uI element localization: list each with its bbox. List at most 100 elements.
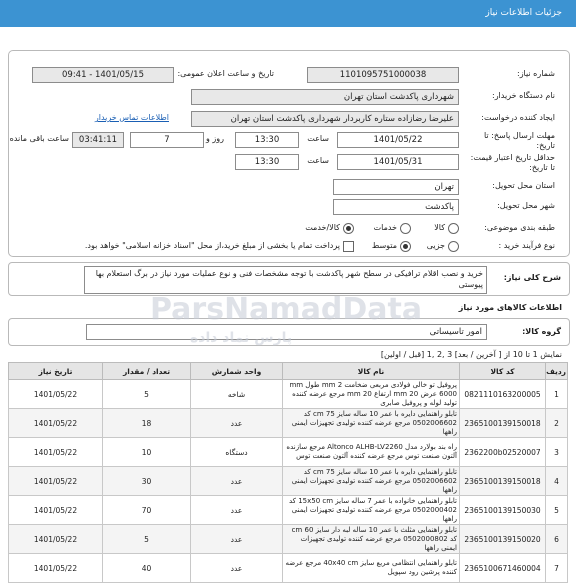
table-row: 2 2365100139150018 تابلو راهنمایی دایره … [8,408,568,438]
goods-name: تابلو راهنمایی انتظامی مربع سایز 40x40 c… [282,553,460,583]
category-label: طبقه بندی موضوعی: [484,223,555,232]
deadline-time-label: ساعت [307,134,329,143]
category-goods-label: کالا [434,223,445,232]
creator-field: علیرضا رضازاده ستاره کاربردار شهرداری پا… [191,111,459,127]
buyer-contact-link[interactable]: اطلاعات تماس خریدار [95,113,169,122]
remaining-time-field: 03:41:11 [72,132,124,148]
row-number: 2 [545,408,568,438]
table-row: 6 2365100139150020 تابلو راهنمایی مثلث ب… [8,524,568,554]
row-number: 6 [545,524,568,554]
days-label: روز و [206,134,224,143]
table-row: 7 2365100671460004 تابلو راهنمایی انتظام… [8,553,568,583]
deadline-label: مهلت ارسال پاسخ: تا تاریخ: [483,131,555,150]
table-row: 1 0821110163200005 پروفیل تو خالی فولادی… [8,379,568,409]
goods-code: 2365100671460004 [459,553,546,583]
validity-label: حداقل تاریخ اعتبار قیمت: تا تاریخ: [470,153,555,172]
goods-qty: 70 [102,495,191,525]
goods-date: 1401/05/22 [8,495,103,525]
need-number-label: شماره نیاز: [517,69,555,78]
validity-time-field[interactable]: 13:30 [235,154,299,170]
goods-name: پروفیل تو خالی فولادی مربعی ضخامت 2 mm ط… [282,379,460,409]
goods-code: 2362200b02520007 [459,437,546,467]
goods-unit: عدد [190,466,283,496]
table-row: 5 2365100139150030 تابلو راهنمایی خانواد… [8,495,568,525]
need-details-panel: شماره نیاز: 1101095751000038 تاریخ و ساع… [8,50,570,257]
process-partial-radio[interactable] [448,241,459,252]
header-row-number: ردیف [545,362,568,380]
goods-qty: 30 [102,466,191,496]
goods-group-field: امور تاسیساتی [86,324,487,340]
page-title: جزئیات اطلاعات نیاز [485,8,562,18]
description-section: شرح کلی نیاز: خرید و نصب اقلام ترافیکی د… [8,262,570,296]
goods-qty: 40 [102,553,191,583]
goods-unit: عدد [190,495,283,525]
province-label: استان محل تحویل: [492,181,555,190]
city-field[interactable]: پاکدشت [333,199,459,215]
buyer-field: شهرداری پاکدشت استان تهران [191,89,459,105]
goods-unit: عدد [190,408,283,438]
category-service-label: خدمات [373,223,397,232]
goods-section-title: اطلاعات کالاهای مورد نیاز [458,303,562,312]
description-label: شرح کلی نیاز: [503,273,561,282]
validity-time-label: ساعت [307,156,329,165]
category-goods-radio[interactable] [448,223,459,234]
table-row: 4 2365100139150018 تابلو راهنمایی دایره … [8,466,568,496]
goods-unit: عدد [190,524,283,554]
goods-qty: 18 [102,408,191,438]
goods-code: 2365100139150030 [459,495,546,525]
treasury-payment-note: پرداخت تمام یا بخشی از مبلغ خرید،از محل … [84,241,340,250]
goods-name: تابلو راهنمایی دایره با عمر 10 ساله سایز… [282,408,460,438]
pagination[interactable]: نمایش 1 تا 10 از [ آخرین / بعد] 3 ,2 ,1 … [381,350,562,359]
process-medium-radio[interactable] [400,241,411,252]
goods-name: تابلو راهنمایی دایره با عمر 10 ساله سایز… [282,466,460,496]
goods-code: 0821110163200005 [459,379,546,409]
goods-table: ردیف کد کالا نام کالا واحد شمارش تعداد /… [8,362,568,583]
goods-unit: شاخه [190,379,283,409]
goods-group-label: گروه کالا: [522,327,561,336]
goods-qty: 5 [102,524,191,554]
province-field[interactable]: تهران [333,179,459,195]
goods-date: 1401/05/22 [8,437,103,467]
goods-name: راه بند بولارد مدل Altonco ALHB-LV2260 م… [282,437,460,467]
days-field: 7 [130,132,204,148]
deadline-date-field[interactable]: 1401/05/22 [337,132,459,148]
treasury-payment-checkbox[interactable] [343,241,354,252]
goods-name: تابلو راهنمایی مثلث با عمر 10 ساله لبه د… [282,524,460,554]
goods-unit: دستگاه [190,437,283,467]
goods-qty: 10 [102,437,191,467]
title-bar: جزئیات اطلاعات نیاز [0,0,576,27]
deadline-time-field[interactable]: 13:30 [235,132,299,148]
goods-date: 1401/05/22 [8,524,103,554]
process-medium-label: متوسط [371,241,397,250]
row-number: 7 [545,553,568,583]
row-number: 4 [545,466,568,496]
validity-date-field[interactable]: 1401/05/31 [337,154,459,170]
announce-label: تاریخ و ساعت اعلان عمومی: [177,69,274,78]
goods-date: 1401/05/22 [8,379,103,409]
header-unit: واحد شمارش [190,362,283,380]
need-number-field: 1101095751000038 [307,67,459,83]
goods-unit: عدد [190,553,283,583]
category-service-radio[interactable] [400,223,411,234]
category-goods-service-radio[interactable] [343,223,354,234]
description-text: خرید و نصب اقلام ترافیکی در سطح شهر پاکد… [84,266,487,294]
goods-date: 1401/05/22 [8,466,103,496]
goods-code: 2365100139150018 [459,408,546,438]
process-partial-label: جزیی [426,241,445,250]
header-date: تاریخ نیاز [8,362,103,380]
goods-date: 1401/05/22 [8,553,103,583]
remaining-label: ساعت باقی مانده [9,134,69,143]
row-number: 3 [545,437,568,467]
process-label: نوع فرآیند خرید : [498,241,555,250]
header-name: نام کالا [282,362,460,380]
category-goods-service-label: کالا/خدمت [305,223,340,232]
header-code: کد کالا [459,362,546,380]
goods-code: 2365100139150018 [459,466,546,496]
creator-label: ایجاد کننده درخواست: [481,113,555,122]
table-header-row: ردیف کد کالا نام کالا واحد شمارش تعداد /… [8,362,568,380]
city-label: شهر محل تحویل: [497,201,555,210]
row-number: 5 [545,495,568,525]
announce-field: 1401/05/15 - 09:41 [32,67,174,83]
row-number: 1 [545,379,568,409]
buyer-label: نام دستگاه خریدار: [492,91,555,100]
